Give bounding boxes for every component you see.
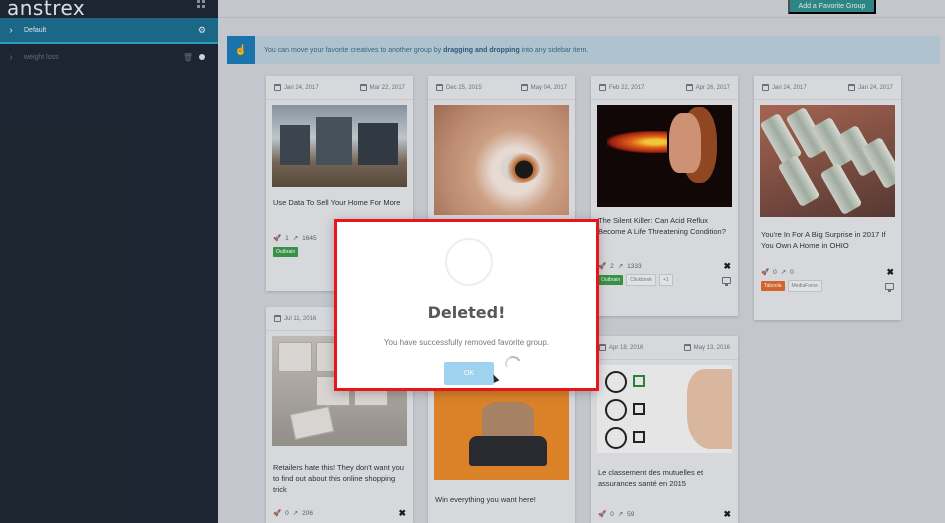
ok-button[interactable]: OK — [444, 362, 494, 385]
dialog-message: You have successfully removed favorite g… — [383, 338, 550, 347]
dialog-title: Deleted! — [427, 303, 506, 322]
success-circle-icon — [445, 238, 493, 286]
loading-spinner-icon — [502, 353, 524, 375]
success-dialog: Deleted! You have successfully removed f… — [334, 219, 599, 391]
